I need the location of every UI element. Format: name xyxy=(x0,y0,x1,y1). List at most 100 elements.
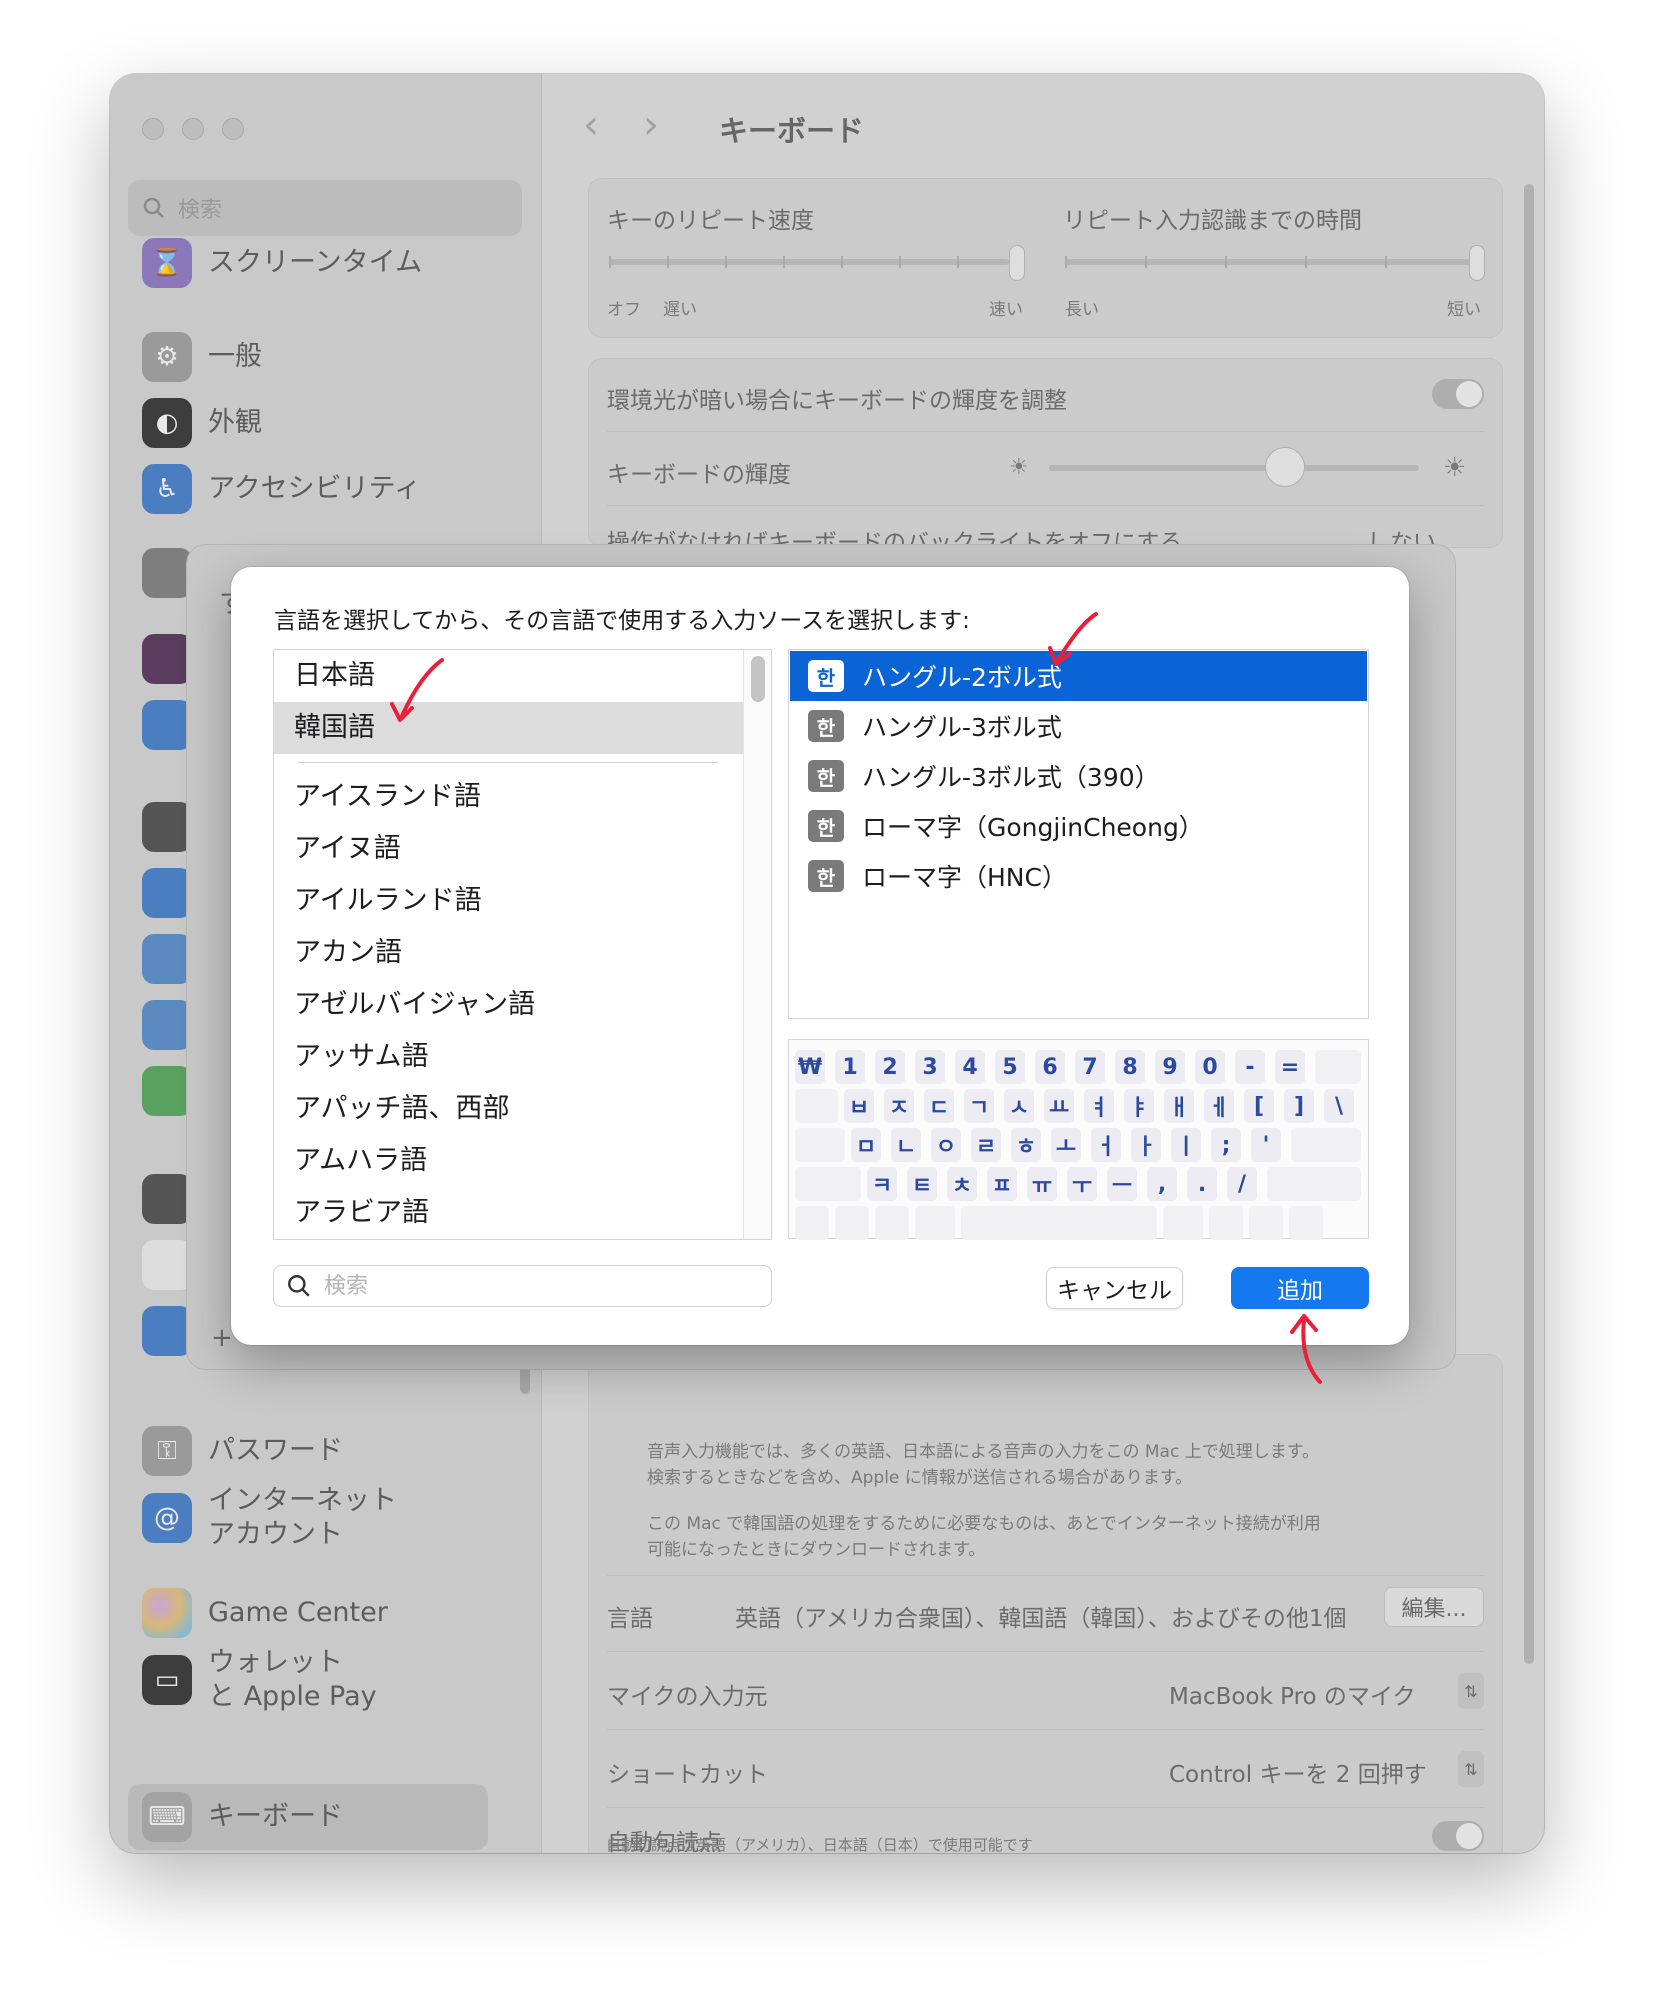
language-search-input[interactable] xyxy=(324,1273,724,1299)
forward-button[interactable]: › xyxy=(643,102,659,148)
minimize-window-button[interactable] xyxy=(182,118,204,140)
keyboard-preview-key: ㅂ xyxy=(844,1089,874,1123)
language-item[interactable]: アラビア語 xyxy=(274,1187,744,1239)
input-source-list[interactable]: 한 ハングル-2ボル式 한 ハングル-3ボル式 한 ハングル-3ボル式（390）… xyxy=(788,649,1369,1019)
brightness-card: 環境光が暗い場合にキーボードの輝度を調整 キーボードの輝度 ☀ ☀ 操作がなけれ… xyxy=(588,358,1503,556)
dictation-card: 音声入力機能では、多くの英語、日本語による音声の入力をこの Mac 上で処理しま… xyxy=(588,1354,1503,1853)
close-window-button[interactable] xyxy=(142,118,164,140)
shortcut-value[interactable]: Control キーを 2 回押す xyxy=(1169,1755,1427,1789)
input-source-label: ローマ字（HNC） xyxy=(862,863,1067,892)
sidebar-item-accessibility[interactable]: ♿ アクセシビリティ xyxy=(142,464,421,514)
keyboard-preview-key: [ xyxy=(1244,1089,1274,1123)
dictation-note-2b: 可能になったときにダウンロードされます。 xyxy=(647,1540,986,1560)
keyboard-preview-blank-key xyxy=(835,1206,869,1240)
sidebar-item-general[interactable]: ⚙ 一般 xyxy=(142,332,262,382)
language-item[interactable]: アイスランド語 xyxy=(274,771,744,823)
input-source-label: ハングル-3ボル式（390） xyxy=(862,763,1160,792)
keyboard-preview-key: 5 xyxy=(995,1050,1025,1084)
language-list[interactable]: 日本語 韓国語 アイスランド語 アイヌ語 アイルランド語 アカン語 アゼルバイジ… xyxy=(273,649,772,1240)
brightness-high-icon: ☀ xyxy=(1443,453,1467,483)
language-item[interactable]: アイヌ語 xyxy=(274,823,744,875)
brightness-adjust-toggle[interactable] xyxy=(1432,379,1484,409)
cancel-button[interactable]: キャンセル xyxy=(1046,1267,1183,1309)
keyboard-preview-key: ㅏ xyxy=(1131,1128,1161,1162)
language-list-scroll-thumb[interactable] xyxy=(751,656,765,702)
delay-knob[interactable] xyxy=(1469,245,1485,281)
keyboard-preview-key: ㅣ xyxy=(1171,1128,1201,1162)
keyboard-preview-key: \ xyxy=(1324,1089,1354,1123)
input-source-item[interactable]: 한 ハングル-3ボル式 xyxy=(790,701,1367,751)
keyboard-preview-blank-key xyxy=(1209,1206,1243,1240)
dialog-prompt: 言語を選択してから、その言語で使用する入力ソースを選択します: xyxy=(274,608,970,634)
language-item-korean[interactable]: 韓国語 xyxy=(274,702,744,754)
search-icon xyxy=(143,197,164,218)
annotation-arrow-icon xyxy=(1048,612,1098,666)
keyboard-preview-key: 8 xyxy=(1115,1050,1145,1084)
sidebar-item-appearance[interactable]: ◐ 外観 xyxy=(142,398,262,448)
language-item[interactable]: アムハラ語 xyxy=(274,1135,744,1187)
keyboard-preview-blank-key xyxy=(1289,1206,1323,1240)
repeat-rate-slow: 遅い xyxy=(663,300,697,320)
main-scrollbar[interactable] xyxy=(1524,184,1534,1664)
language-item[interactable]: アイルランド語 xyxy=(274,875,744,927)
brightness-slider[interactable] xyxy=(1049,465,1419,471)
sidebar-item-wallet[interactable]: ▭ ウォレット と Apple Pay xyxy=(142,1646,377,1714)
sidebar-item-label-line2: アカウント xyxy=(208,1518,343,1550)
input-source-item[interactable]: 한 ローマ字（GongjinCheong） xyxy=(790,801,1367,851)
keyboard-preview-key: - xyxy=(1235,1050,1265,1084)
sidebar-item-game-center[interactable]: Game Center xyxy=(142,1588,388,1638)
keyboard-preview-key: . xyxy=(1187,1167,1217,1201)
language-item-japanese[interactable]: 日本語 xyxy=(274,650,744,702)
language-item[interactable]: アゼルバイジャン語 xyxy=(274,979,744,1031)
delay-slider[interactable] xyxy=(1065,259,1475,265)
hangul-badge-icon: 한 xyxy=(808,860,844,892)
keyboard-preview-blank-key xyxy=(875,1206,909,1240)
keyboard-preview-key: 6 xyxy=(1035,1050,1065,1084)
keyboard-preview-blank-key xyxy=(1315,1050,1361,1084)
keyboard-preview-key: ㅐ xyxy=(1164,1089,1194,1123)
language-item[interactable]: アパッチ語、西部 xyxy=(274,1083,744,1135)
keyboard-preview-key: ㅕ xyxy=(1084,1089,1114,1123)
keyboard-preview-blank-key xyxy=(1267,1167,1361,1201)
language-search-field[interactable] xyxy=(273,1265,772,1307)
sidebar-item-keyboard[interactable]: ⌨ キーボード xyxy=(142,1792,343,1842)
language-list-separator xyxy=(298,762,718,763)
sheet-add-button[interactable]: + xyxy=(211,1323,233,1353)
mic-value[interactable]: MacBook Pro のマイク xyxy=(1169,1677,1415,1711)
input-source-item[interactable]: 한 ハングル-3ボル式（390） xyxy=(790,751,1367,801)
keyboard-preview-blank-key xyxy=(961,1206,1157,1240)
sidebar-item-label: アクセシビリティ xyxy=(208,473,422,505)
language-item[interactable]: アッサム語 xyxy=(274,1031,744,1083)
brightness-knob[interactable] xyxy=(1265,447,1305,487)
sidebar-item-passwords[interactable]: ⚿ パスワード xyxy=(142,1426,343,1476)
input-source-item[interactable]: 한 ローマ字（HNC） xyxy=(790,851,1367,901)
language-item[interactable]: アカン語 xyxy=(274,927,744,979)
repeat-rate-label: キーのリピート速度 xyxy=(607,208,814,234)
repeat-rate-knob[interactable] xyxy=(1009,245,1025,281)
brightness-adjust-label: 環境光が暗い場合にキーボードの輝度を調整 xyxy=(607,388,1067,414)
accessibility-icon: ♿ xyxy=(142,464,192,514)
sidebar-item-label: Game Center xyxy=(208,1597,388,1629)
back-button[interactable]: ‹ xyxy=(583,102,599,148)
keyboard-preview-key: = xyxy=(1275,1050,1305,1084)
sidebar-search-field[interactable]: 検索 xyxy=(128,180,522,236)
sidebar-item-screen-time[interactable]: ⌛ スクリーンタイム xyxy=(142,238,422,288)
language-list-scrollbar[interactable] xyxy=(743,650,771,1239)
keyboard-preview-key: 0 xyxy=(1195,1050,1225,1084)
sidebar-item-label-line2: と Apple Pay xyxy=(208,1680,377,1712)
edit-languages-button[interactable]: 編集... xyxy=(1384,1587,1484,1627)
hangul-badge-icon: 한 xyxy=(808,760,844,792)
input-source-label: ローマ字（GongjinCheong） xyxy=(862,813,1204,842)
sidebar-item-internet-accounts[interactable]: @ インターネット アカウント xyxy=(142,1484,397,1552)
mic-stepper[interactable]: ⇅ xyxy=(1458,1673,1484,1709)
shortcut-stepper[interactable]: ⇅ xyxy=(1458,1751,1484,1787)
keyboard-preview-key: ㅔ xyxy=(1204,1089,1234,1123)
zoom-window-button[interactable] xyxy=(222,118,244,140)
keyboard-preview-key: 2 xyxy=(875,1050,905,1084)
sidebar-item-label: 外観 xyxy=(208,407,262,439)
auto-punct-toggle[interactable] xyxy=(1432,1821,1484,1851)
keyboard-preview-key: ㅋ xyxy=(867,1167,897,1201)
annotation-arrow-icon xyxy=(1290,1314,1322,1384)
control-center-icon xyxy=(142,548,192,598)
repeat-rate-slider[interactable] xyxy=(609,259,1009,265)
